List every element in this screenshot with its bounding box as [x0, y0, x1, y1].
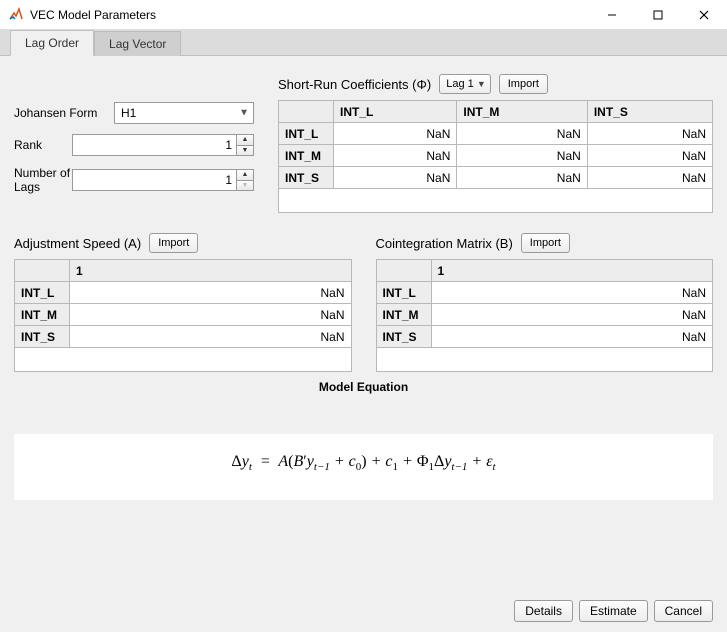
row-header: INT_S	[279, 167, 334, 189]
cell[interactable]: NaN	[334, 123, 457, 145]
numlags-spin-down: ▼	[237, 180, 253, 191]
adjustment-block: Adjustment Speed (A) Import 1 INT_L NaN …	[14, 233, 352, 372]
cell[interactable]: NaN	[431, 326, 713, 348]
cancel-button[interactable]: Cancel	[654, 600, 713, 622]
cell[interactable]: NaN	[70, 326, 352, 348]
close-button[interactable]	[681, 0, 727, 30]
johansen-form-dropdown[interactable]: H1 ▼	[114, 102, 254, 124]
chevron-down-icon: ▼	[477, 79, 486, 89]
coint-import-button[interactable]: Import	[521, 233, 570, 253]
table-empty-row	[15, 348, 352, 372]
adjustment-import-button[interactable]: Import	[149, 233, 198, 253]
row-header: INT_S	[376, 326, 431, 348]
row-header: INT_S	[15, 326, 70, 348]
shortrun-block: Short-Run Coefficients (Φ) Lag 1 ▼ Impor…	[278, 74, 713, 213]
cell[interactable]: NaN	[70, 282, 352, 304]
tab-strip: Lag Order Lag Vector	[0, 30, 727, 56]
cell[interactable]: NaN	[457, 145, 587, 167]
cell[interactable]: NaN	[587, 123, 712, 145]
table-row: INT_S NaN	[376, 326, 713, 348]
titlebar: VEC Model Parameters	[0, 0, 727, 30]
cell[interactable]: NaN	[334, 167, 457, 189]
equation-title: Model Equation	[14, 372, 713, 412]
chevron-down-icon: ▼	[239, 108, 249, 119]
table-row: INT_S NaN	[15, 326, 352, 348]
footer-buttons: Details Estimate Cancel	[514, 600, 713, 622]
adjustment-title: Adjustment Speed (A)	[14, 236, 141, 251]
numlags-label: Number of Lags	[14, 166, 72, 194]
window-title: VEC Model Parameters	[30, 8, 156, 22]
lag-selector-dropdown[interactable]: Lag 1 ▼	[439, 74, 491, 94]
cell[interactable]: NaN	[587, 145, 712, 167]
coint-block: Cointegration Matrix (B) Import 1 INT_L …	[376, 233, 714, 372]
coint-table: 1 INT_L NaN INT_M NaN INT_S NaN	[376, 259, 714, 372]
shortrun-import-button[interactable]: Import	[499, 74, 548, 94]
table-row: INT_L NaN	[376, 282, 713, 304]
matlab-logo-icon	[8, 7, 24, 23]
table-empty-row	[376, 348, 713, 372]
johansen-form-value: H1	[121, 106, 136, 120]
cell[interactable]: NaN	[587, 167, 712, 189]
table-corner	[15, 260, 70, 282]
tab-lag-order[interactable]: Lag Order	[10, 30, 94, 56]
table-row: INT_S NaN NaN NaN	[279, 167, 713, 189]
row-header: INT_M	[376, 304, 431, 326]
row-header: INT_L	[376, 282, 431, 304]
col-header: INT_L	[334, 101, 457, 123]
rank-input[interactable]	[72, 134, 236, 156]
numlags-spin-up[interactable]: ▲	[237, 170, 253, 180]
row-header: INT_L	[279, 123, 334, 145]
shortrun-title: Short-Run Coefficients (Φ)	[278, 77, 431, 92]
cell[interactable]: NaN	[431, 282, 713, 304]
details-button[interactable]: Details	[514, 600, 573, 622]
cell[interactable]: NaN	[70, 304, 352, 326]
main-panel: Johansen Form H1 ▼ Rank ▲ ▼ Number of La…	[0, 56, 727, 632]
table-row: INT_L NaN NaN NaN	[279, 123, 713, 145]
rank-spin-up[interactable]: ▲	[237, 135, 253, 145]
tab-lag-vector[interactable]: Lag Vector	[94, 31, 181, 56]
lag-selector-value: Lag 1	[446, 78, 474, 90]
equation-section: Model Equation Δyt = A(B′yt−1 + c0) + c1…	[14, 372, 713, 500]
table-empty-row	[279, 189, 713, 213]
table-row: INT_L NaN	[15, 282, 352, 304]
coint-title: Cointegration Matrix (B)	[376, 236, 513, 251]
adjustment-table: 1 INT_L NaN INT_M NaN INT_S NaN	[14, 259, 352, 372]
col-header: 1	[431, 260, 713, 282]
cell[interactable]: NaN	[457, 123, 587, 145]
numlags-input[interactable]	[72, 169, 236, 191]
col-header: INT_M	[457, 101, 587, 123]
table-corner	[279, 101, 334, 123]
table-row: INT_M NaN NaN NaN	[279, 145, 713, 167]
maximize-button[interactable]	[635, 0, 681, 30]
cell[interactable]: NaN	[457, 167, 587, 189]
table-row: INT_M NaN	[15, 304, 352, 326]
row-header: INT_M	[279, 145, 334, 167]
row-header: INT_L	[15, 282, 70, 304]
minimize-button[interactable]	[589, 0, 635, 30]
col-header: INT_S	[587, 101, 712, 123]
johansen-form-label: Johansen Form	[14, 106, 114, 120]
table-row: INT_M NaN	[376, 304, 713, 326]
model-equation: Δyt = A(B′yt−1 + c0) + c1 + Φ1Δyt−1 + εt	[15, 435, 712, 479]
cell[interactable]: NaN	[431, 304, 713, 326]
table-corner	[376, 260, 431, 282]
cell[interactable]: NaN	[334, 145, 457, 167]
shortrun-table: INT_L INT_M INT_S INT_L NaN NaN NaN INT_…	[278, 100, 713, 213]
col-header: 1	[70, 260, 352, 282]
rank-spin-down[interactable]: ▼	[237, 145, 253, 156]
rank-label: Rank	[14, 138, 72, 152]
row-header: INT_M	[15, 304, 70, 326]
params-form: Johansen Form H1 ▼ Rank ▲ ▼ Number of La…	[14, 74, 254, 213]
estimate-button[interactable]: Estimate	[579, 600, 648, 622]
